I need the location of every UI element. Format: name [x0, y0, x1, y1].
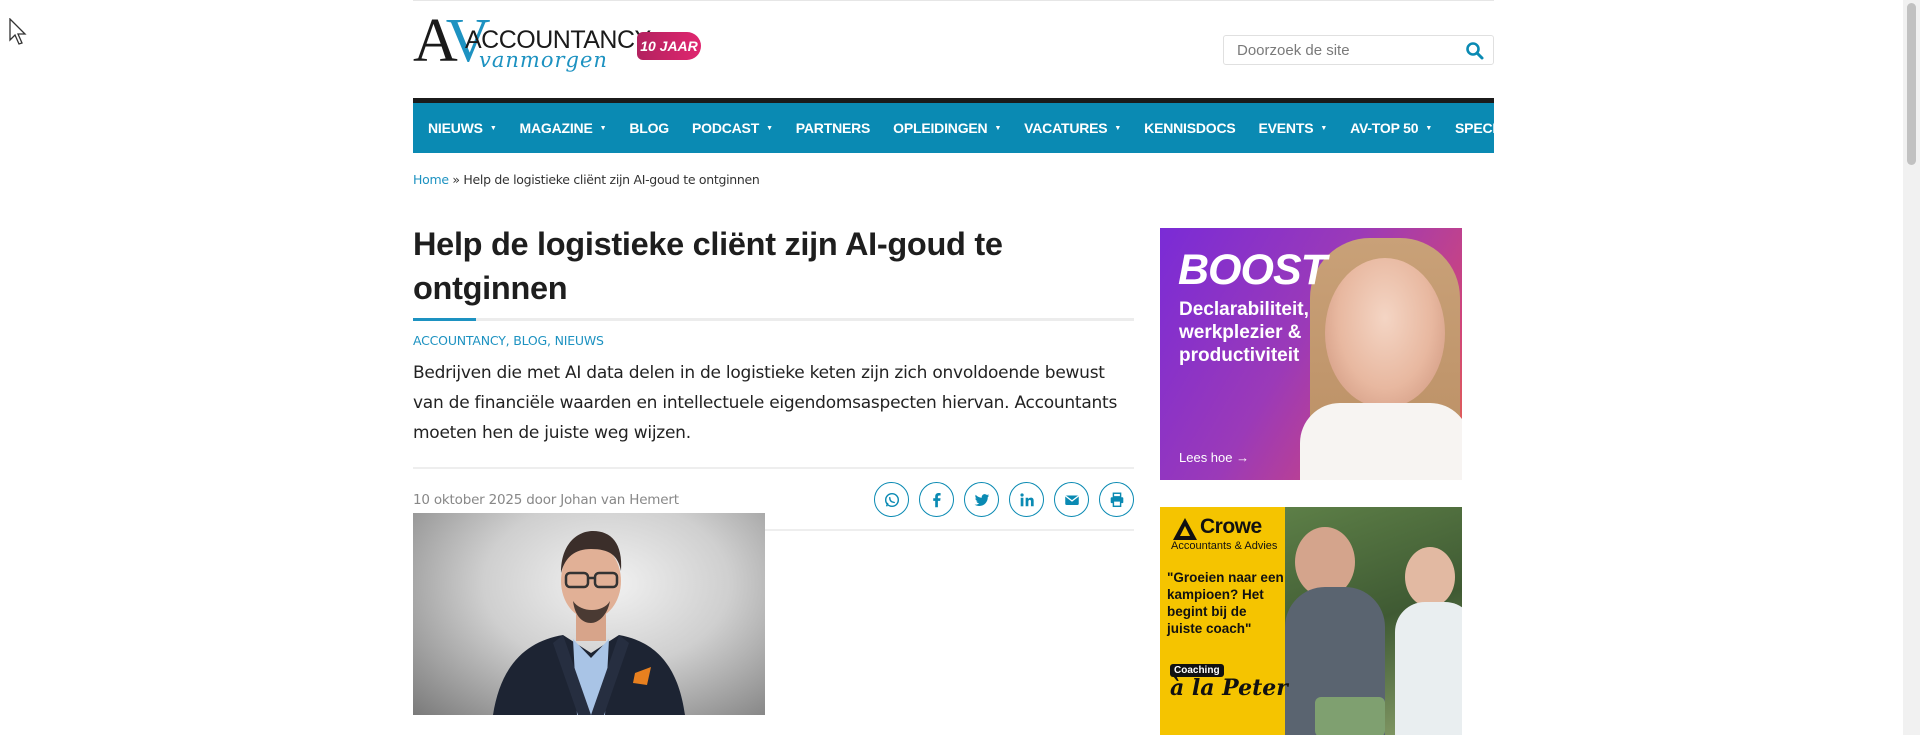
- nav-item-vacatures[interactable]: VACATURES ▼: [1024, 120, 1121, 136]
- page-container: AV ACCOUNTANCY vanmorgen 10 JAAR NIEUWS▼…: [413, 0, 1536, 735]
- top-divider: [413, 0, 1494, 1]
- ad-boost-headline: BOOST: [1178, 246, 1327, 294]
- chevron-down-icon: ▼: [1425, 124, 1433, 132]
- scrollbar-thumb[interactable]: [1907, 3, 1916, 165]
- article-title: Help de logistieke cliënt zijn AI-goud t…: [413, 226, 1003, 306]
- chevron-down-icon: ▼: [994, 124, 1002, 132]
- logo-script: vanmorgen: [479, 48, 608, 72]
- site-logo[interactable]: AV ACCOUNTANCY vanmorgen 10 JAAR: [413, 10, 713, 86]
- article-date: 10 oktober 2025: [413, 492, 523, 508]
- category-link-blog[interactable]: BLOG: [513, 333, 547, 348]
- search-input[interactable]: [1224, 36, 1454, 64]
- page-scrollbar[interactable]: [1903, 0, 1920, 735]
- mouse-cursor-icon: [9, 18, 27, 45]
- search-box: [1223, 35, 1494, 65]
- article-categories: ACCOUNTANCY, BLOG, NIEUWS: [413, 333, 604, 348]
- ad-boost-cta[interactable]: Lees hoe →: [1179, 450, 1249, 465]
- article-author[interactable]: Johan van Hemert: [560, 492, 679, 508]
- nav-item-magazine[interactable]: MAGAZINE ▼: [520, 120, 607, 136]
- share-linkedin-button[interactable]: [1009, 482, 1044, 517]
- article-byline: 10 oktober 2025 door Johan van Hemert: [413, 492, 679, 508]
- facebook-icon: [932, 492, 941, 507]
- nav-item-specialist[interactable]: SPECIALIST: [1455, 120, 1536, 136]
- article-lead: Bedrijven die met AI data delen in de lo…: [413, 363, 1118, 443]
- chevron-down-icon: ▼: [1114, 124, 1122, 132]
- breadcrumb: Home » Help de logistieke cliënt zijn AI…: [413, 172, 760, 187]
- breadcrumb-home-link[interactable]: Home: [413, 172, 449, 187]
- nav-item-nieuws[interactable]: NIEUWS ▼: [428, 120, 497, 136]
- linkedin-icon: [1019, 492, 1034, 506]
- twitter-icon: [974, 493, 989, 506]
- anniversary-badge: 10 JAAR: [637, 32, 701, 60]
- nav-item-events[interactable]: EVENTS ▼: [1259, 120, 1328, 136]
- chevron-down-icon: ▼: [1320, 124, 1328, 132]
- share-email-button[interactable]: [1054, 482, 1089, 517]
- ad-crowe-banner[interactable]: Crowe Accountants & Advies "Groeien naar…: [1160, 507, 1462, 735]
- ad-photo-person: [1405, 547, 1455, 607]
- ad-boost-subtitle: Declarabiliteit, werkplezier & productiv…: [1179, 299, 1309, 366]
- nav-item-podcast[interactable]: PODCAST ▼: [692, 120, 773, 136]
- category-link-accountancy[interactable]: ACCOUNTANCY: [413, 333, 506, 348]
- category-link-nieuws[interactable]: NIEUWS: [555, 333, 604, 348]
- share-buttons: [864, 482, 1134, 517]
- chevron-down-icon: ▼: [489, 124, 497, 132]
- portrait-illustration: [493, 531, 685, 715]
- chevron-down-icon: ▼: [599, 124, 607, 132]
- print-icon: [1110, 492, 1123, 507]
- nav-item-av-top-50[interactable]: AV-TOP 50 ▼: [1350, 120, 1432, 136]
- crowe-logo-icon: [1173, 518, 1197, 540]
- ad-boost-banner[interactable]: BOOST Declarabiliteit, werkplezier & pro…: [1160, 228, 1462, 480]
- ad-crowe-photo: [1285, 507, 1462, 735]
- nav-item-kennisdocs[interactable]: KENNISDOCS: [1144, 120, 1236, 136]
- ad-crowe-tagline: Accountants & Advies: [1171, 540, 1278, 552]
- main-navigation: NIEUWS ▼ MAGAZINE ▼ BLOG PODCAST ▼ PARTNERS…: [413, 98, 1536, 153]
- ad-photo-shirt: [1395, 602, 1462, 735]
- ad-crowe-quote: "Groeien naar een kampioen? Het begint b…: [1167, 570, 1284, 636]
- email-icon: [1064, 494, 1079, 505]
- nav-item-partners[interactable]: PARTNERS: [796, 120, 871, 136]
- ad-crowe-coach: à la Peter: [1170, 675, 1288, 701]
- share-print-button[interactable]: [1099, 482, 1134, 517]
- whatsapp-icon: [884, 492, 899, 507]
- share-facebook-button[interactable]: [919, 482, 954, 517]
- title-divider: [413, 318, 1134, 321]
- chevron-down-icon: ▼: [766, 124, 773, 132]
- nav-item-blog[interactable]: BLOG: [629, 120, 669, 136]
- search-icon[interactable]: [1465, 41, 1485, 61]
- share-twitter-button[interactable]: [964, 482, 999, 517]
- ad-photo-shirt: [1300, 403, 1462, 480]
- ad-photo-tablet: [1315, 697, 1385, 735]
- nav-item-opleidingen[interactable]: OPLEIDINGEN ▼: [893, 120, 1001, 136]
- article-photo: [413, 513, 765, 715]
- article: Help de logistieke cliënt zijn AI-goud t…: [413, 222, 1134, 531]
- breadcrumb-current: Help de logistieke cliënt zijn AI-goud t…: [463, 172, 760, 187]
- ad-photo-face: [1325, 258, 1445, 408]
- ad-crowe-brand: Crowe: [1200, 515, 1262, 538]
- share-whatsapp-button[interactable]: [874, 482, 909, 517]
